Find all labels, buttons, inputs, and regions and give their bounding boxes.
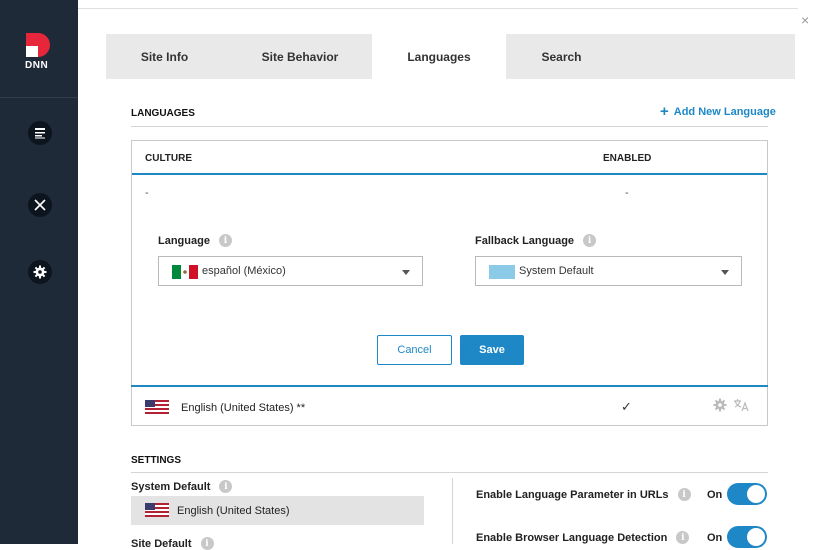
- grid-header: CULTURE ENABLED: [132, 141, 767, 175]
- info-icon[interactable]: i: [676, 531, 690, 544]
- enable-param-toggle[interactable]: [727, 483, 767, 505]
- logo-text: DNN: [25, 60, 49, 71]
- languages-title: LANGUAGES: [131, 108, 195, 119]
- fallback-value: System Default: [519, 265, 594, 277]
- add-new-language-button[interactable]: + Add New Language: [660, 103, 776, 120]
- edit-row-border: [131, 385, 768, 387]
- tab-languages[interactable]: Languages: [372, 34, 506, 79]
- cancel-button[interactable]: Cancel: [377, 335, 452, 365]
- enable-param-state: On: [707, 489, 723, 501]
- language-label: Language: [158, 234, 210, 247]
- sidebar: DNN: [0, 0, 78, 544]
- tab-site-behavior[interactable]: Site Behavior: [243, 34, 357, 79]
- system-default-swatch-icon: [489, 265, 515, 279]
- language-select[interactable]: español (México): [158, 256, 423, 286]
- close-icon[interactable]: ×: [801, 13, 809, 27]
- language-field-label: Language i: [158, 234, 232, 247]
- save-button[interactable]: Save: [460, 335, 524, 365]
- system-default-value: English (United States): [177, 505, 290, 517]
- row-actions: [713, 398, 749, 412]
- enable-param-label: Enable Language Parameter in URLs: [476, 488, 669, 501]
- info-icon[interactable]: i: [677, 488, 691, 501]
- enable-browser-label: Enable Browser Language Detection: [476, 531, 668, 544]
- us-flag-icon: [145, 503, 169, 517]
- system-default-field-label: System Default i: [131, 480, 233, 493]
- content-icon[interactable]: [28, 121, 52, 145]
- enable-browser-toggle[interactable]: [727, 526, 767, 548]
- settings-divider: [131, 472, 768, 473]
- tab-search[interactable]: Search: [521, 34, 602, 79]
- column-enabled: ENABLED: [603, 153, 652, 164]
- enable-browser-field-label: Enable Browser Language Detection i: [476, 531, 690, 544]
- column-culture: CULTURE: [145, 153, 193, 164]
- edit-row-enabled: -: [625, 187, 629, 199]
- toggle-knob: [747, 528, 765, 546]
- settings-icon[interactable]: [28, 260, 52, 284]
- translate-icon[interactable]: [733, 398, 749, 412]
- settings-title: SETTINGS: [131, 455, 182, 466]
- info-icon[interactable]: i: [218, 234, 232, 247]
- chevron-down-icon: [721, 270, 729, 275]
- add-new-language-label: Add New Language: [673, 106, 776, 118]
- fallback-select[interactable]: System Default: [475, 256, 742, 286]
- tab-site-info[interactable]: Site Info: [106, 34, 223, 79]
- top-border: [78, 8, 798, 9]
- system-default-label: System Default: [131, 480, 211, 493]
- language-row-culture: English (United States) **: [181, 402, 306, 414]
- sidebar-divider: [0, 97, 78, 98]
- enable-browser-state: On: [707, 532, 723, 544]
- info-icon[interactable]: i: [219, 480, 233, 493]
- tab-bar: Site Info Site Behavior Languages Search: [106, 34, 795, 79]
- settings-column-divider: [452, 478, 453, 544]
- mexico-flag-icon: [172, 265, 198, 279]
- chevron-down-icon: [402, 270, 410, 275]
- fallback-label: Fallback Language: [475, 234, 575, 247]
- info-icon[interactable]: i: [583, 234, 597, 247]
- toggle-knob: [747, 485, 765, 503]
- tools-icon[interactable]: [28, 193, 52, 217]
- gear-icon[interactable]: [713, 398, 727, 412]
- enabled-check-icon: ✓: [621, 399, 632, 414]
- plus-icon: +: [660, 103, 669, 120]
- fallback-field-label: Fallback Language i: [475, 234, 597, 247]
- language-value: español (México): [202, 265, 286, 277]
- enable-param-field-label: Enable Language Parameter in URLs i: [476, 488, 691, 501]
- languages-divider: [131, 126, 768, 127]
- edit-row-culture: -: [145, 187, 149, 199]
- us-flag-icon: [145, 400, 169, 414]
